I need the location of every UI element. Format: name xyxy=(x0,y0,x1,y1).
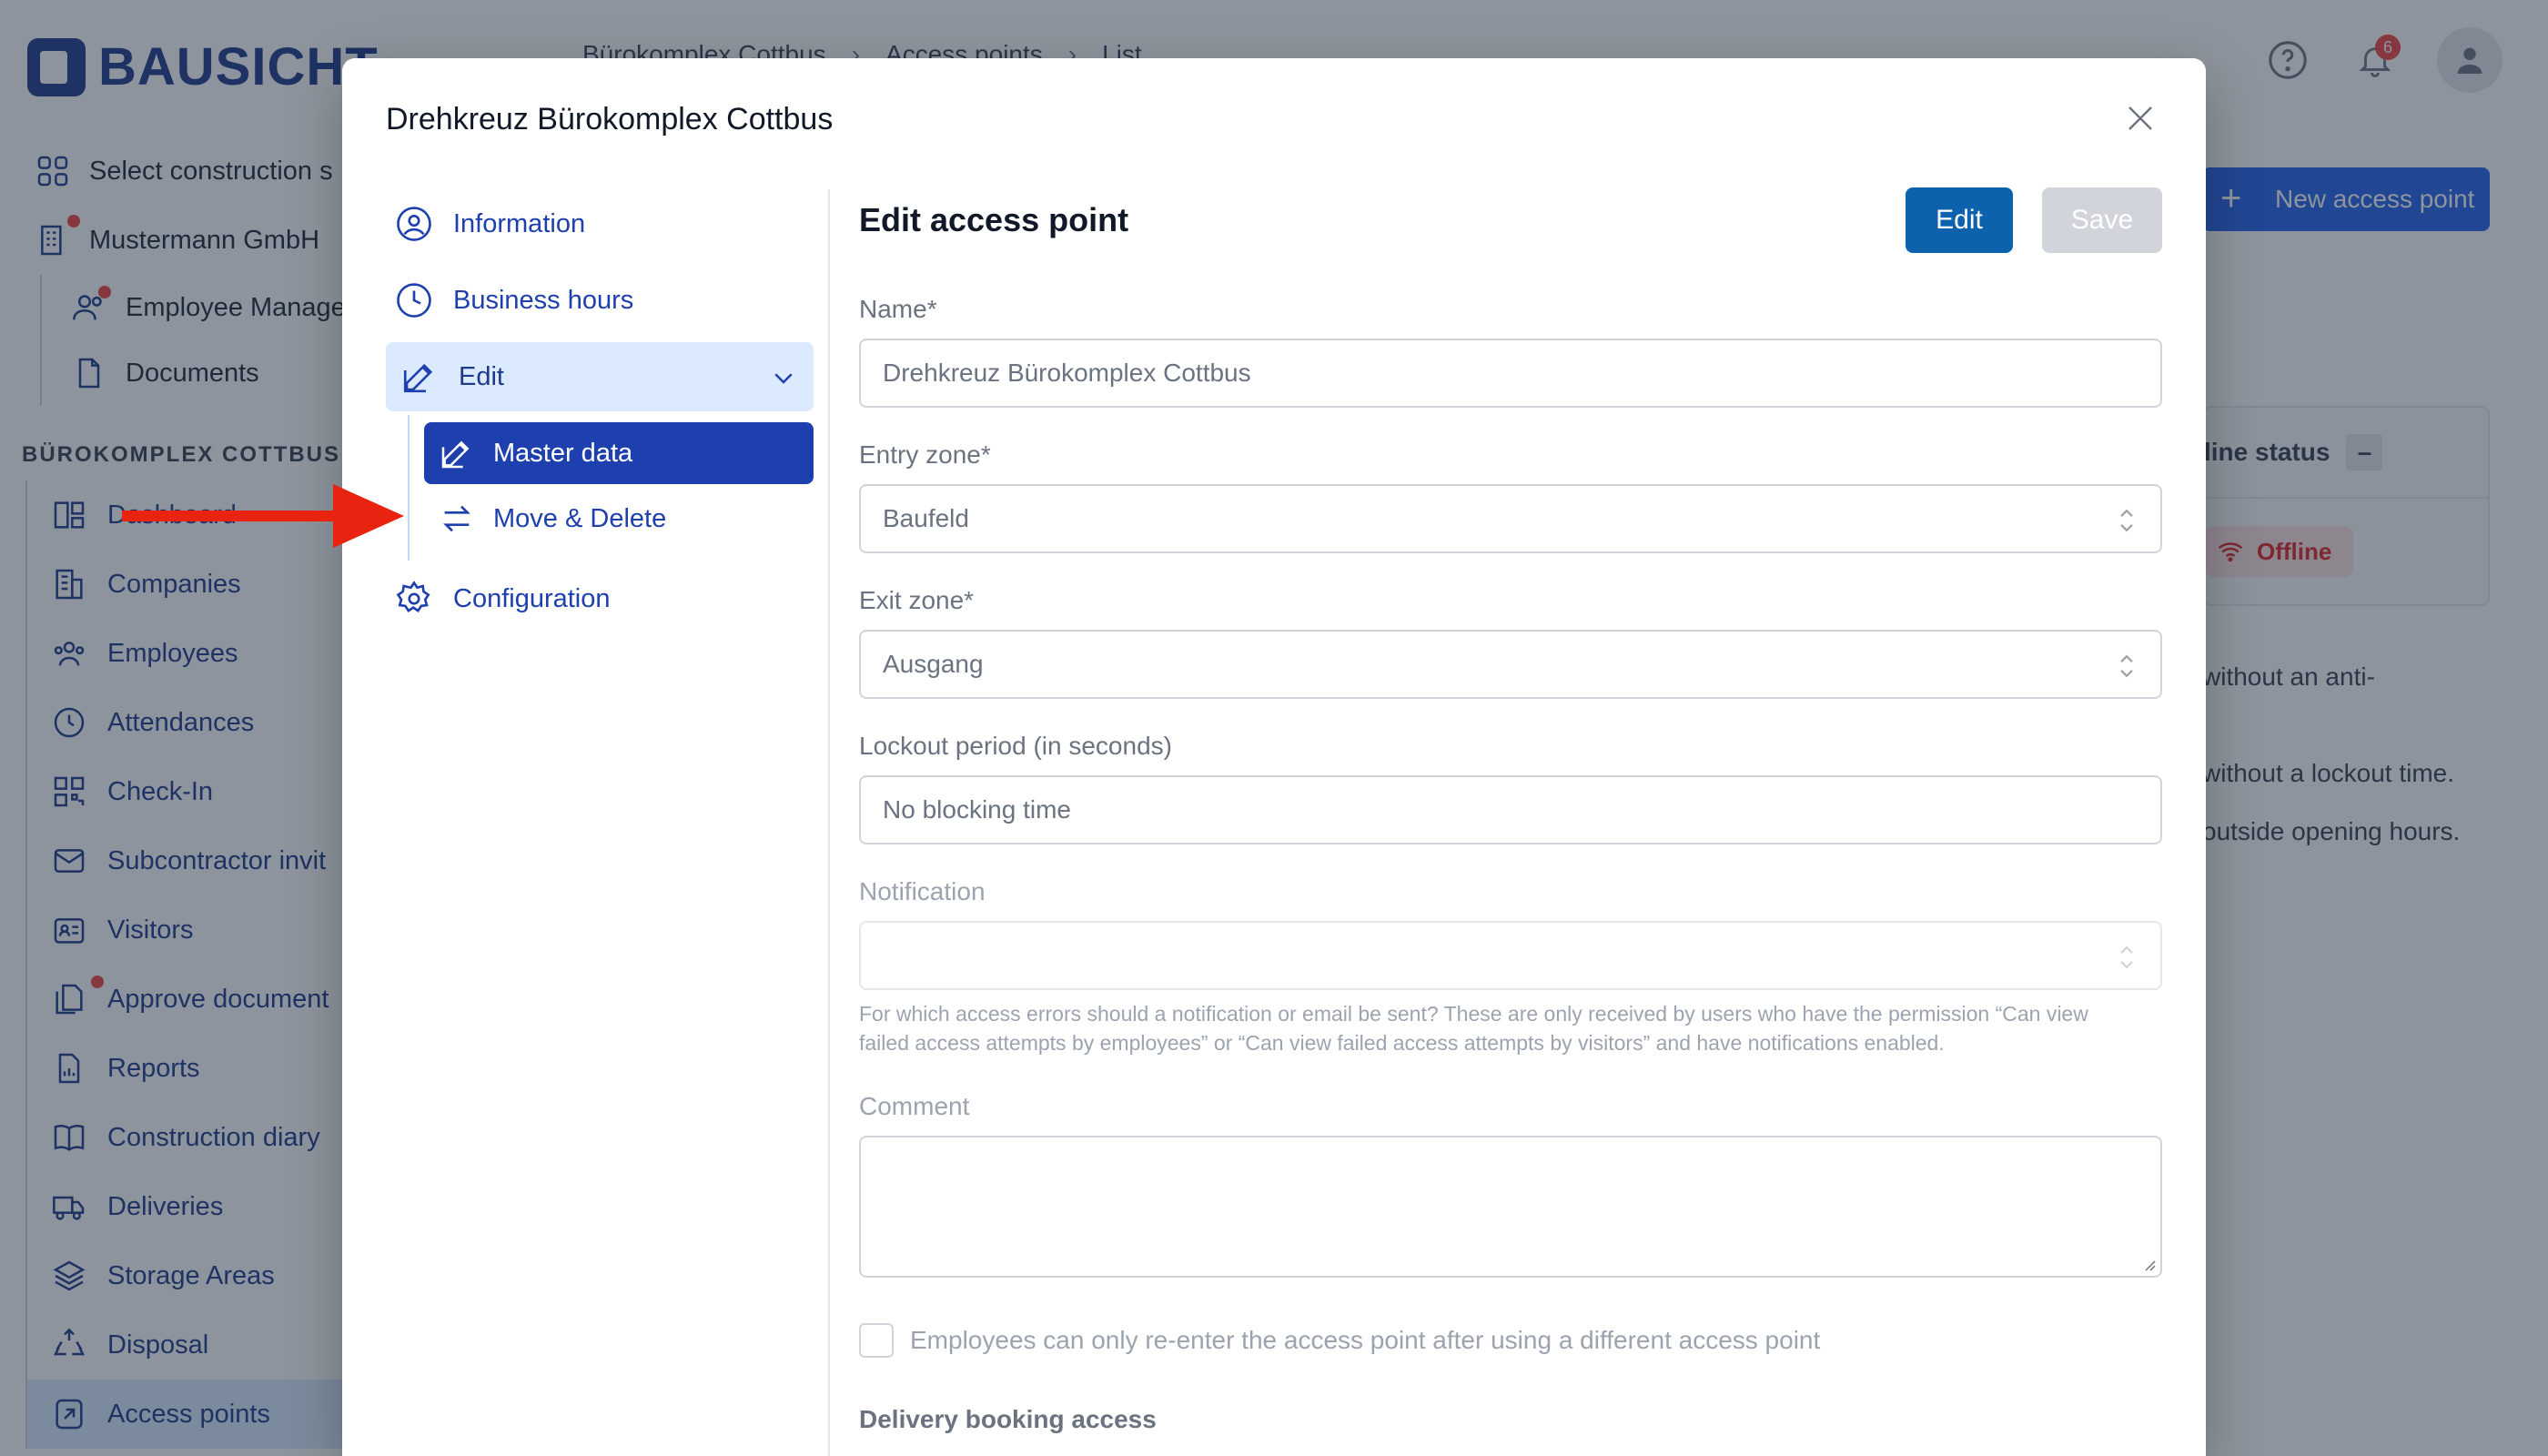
field-entry-zone: Entry zone* Baufeld xyxy=(859,440,2162,553)
entry-zone-value: Baufeld xyxy=(883,504,969,532)
reenter-checkbox[interactable] xyxy=(859,1323,894,1358)
nav-item-configuration[interactable]: Configuration xyxy=(386,561,814,637)
chevron-updown-icon xyxy=(2120,509,2133,532)
nav-item-master-data[interactable]: Master data xyxy=(424,422,814,484)
comment-label: Comment xyxy=(859,1092,970,1120)
field-exit-zone: Exit zone* Ausgang xyxy=(859,586,2162,699)
chevron-updown-icon xyxy=(2120,945,2133,969)
user-circle-icon xyxy=(397,207,431,241)
name-input[interactable]: Drehkreuz Bürokomplex Cottbus xyxy=(859,339,2162,408)
close-icon xyxy=(2128,106,2152,130)
resize-handle-icon[interactable] xyxy=(2140,1256,2157,1272)
nav-item-label: Configuration xyxy=(453,583,611,613)
notification-select[interactable] xyxy=(859,921,2162,990)
form-title: Edit access point xyxy=(859,201,1129,238)
close-button[interactable] xyxy=(2113,91,2168,146)
edit-icon xyxy=(441,440,470,469)
nav-item-label: Information xyxy=(453,208,586,238)
access-point-modal: Drehkreuz Bürokomplex Cottbus Informatio… xyxy=(342,58,2206,1456)
arrows-swap-icon xyxy=(443,505,470,532)
annotation-arrow-icon xyxy=(122,484,404,548)
lockout-label: Lockout period (in seconds) xyxy=(859,732,1172,760)
nav-item-edit[interactable]: Edit xyxy=(386,342,814,411)
modal-nav: Information Business hours Edit Master d… xyxy=(386,186,814,637)
delivery-booking-label: Delivery booking access xyxy=(859,1405,1157,1433)
comment-textarea[interactable] xyxy=(859,1136,2162,1278)
clock-icon xyxy=(397,283,431,318)
entry-zone-label: Entry zone* xyxy=(859,440,991,469)
lockout-placeholder: No blocking time xyxy=(883,795,1071,824)
modal-divider xyxy=(828,189,830,1456)
edit-icon xyxy=(403,363,433,393)
field-name: Name* Drehkreuz Bürokomplex Cottbus xyxy=(859,295,2162,408)
name-label: Name* xyxy=(859,295,937,323)
exit-zone-value: Ausgang xyxy=(883,650,984,678)
save-button[interactable]: Save xyxy=(2042,187,2162,253)
modal-title: Drehkreuz Bürokomplex Cottbus xyxy=(386,102,834,136)
edit-button[interactable]: Edit xyxy=(1906,187,2013,253)
chevron-updown-icon xyxy=(2120,654,2133,678)
nav-item-label: Master data xyxy=(493,438,633,468)
chevron-down-icon xyxy=(774,373,793,384)
nav-item-label: Move & Delete xyxy=(493,503,667,533)
nav-item-information[interactable]: Information xyxy=(386,186,814,262)
nav-item-business-hours[interactable]: Business hours xyxy=(386,262,814,339)
reenter-row: Employees can only re-enter the access p… xyxy=(859,1323,2162,1358)
notification-label: Notification xyxy=(859,877,986,905)
notification-hint: For which access errors should a notific… xyxy=(859,1002,2088,1055)
exit-zone-select[interactable]: Ausgang xyxy=(859,630,2162,699)
form-actions: Edit Save xyxy=(1906,187,2162,253)
nav-item-label: Edit xyxy=(459,361,504,391)
exit-zone-label: Exit zone* xyxy=(859,586,975,614)
entry-zone-select[interactable]: Baufeld xyxy=(859,484,2162,553)
reenter-label: Employees can only re-enter the access p… xyxy=(910,1326,1821,1354)
form-header: Edit access point Edit Save xyxy=(859,186,2162,255)
field-comment: Comment xyxy=(859,1092,2162,1278)
nav-item-label: Business hours xyxy=(453,285,634,315)
gear-icon xyxy=(396,581,430,612)
lockout-input[interactable]: No blocking time xyxy=(859,775,2162,844)
field-notification: Notification For which access errors sho… xyxy=(859,877,2162,1057)
edit-form: Edit access point Edit Save Name* Drehkr… xyxy=(859,186,2162,1434)
field-lockout: Lockout period (in seconds) No blocking … xyxy=(859,732,2162,844)
nav-item-move-delete[interactable]: Move & Delete xyxy=(424,488,814,550)
nav-subgroup-edit: Master data Move & Delete xyxy=(408,415,814,561)
